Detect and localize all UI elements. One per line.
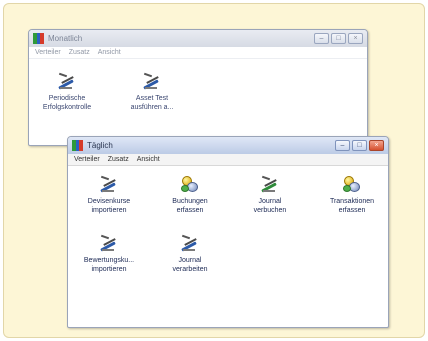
item-label: Devisenkurse importieren [87,198,131,214]
window-taeglich[interactable]: Täglich – □ × Verteiler Zusatz Ansicht D… [67,136,389,328]
maximize-button[interactable]: □ [331,33,346,44]
item-label: Periodische Erfolgskontrolle [42,95,92,111]
minimize-button[interactable]: – [335,140,350,151]
item-label: Bewertungsku... importieren [83,257,135,273]
item-label: Buchungen erfassen [172,198,208,214]
journal-pen-icon [57,71,77,91]
journal-pen-icon [99,174,119,194]
app-logo-icon [72,140,83,151]
coin-stack-icon [342,174,362,194]
close-button[interactable]: × [348,33,363,44]
item-label: Asset Test ausführen a... [130,95,174,111]
maximize-button[interactable]: □ [352,140,367,151]
menu-verteiler[interactable]: Verteiler [74,156,100,163]
titlebar-monatlich[interactable]: Monatlich – □ × [29,30,367,47]
item-bewertungskurse-importieren[interactable]: Bewertungsku... importieren [75,233,143,274]
close-button[interactable]: × [369,140,384,151]
item-periodische-erfolgskontrolle[interactable]: Periodische Erfolgskontrolle [33,71,101,112]
window-title: Täglich [87,141,113,150]
menu-ansicht[interactable]: Ansicht [98,49,121,56]
journal-pen-icon [180,233,200,253]
menubar: Verteiler Zusatz Ansicht [29,47,367,59]
background-panel: Monatlich – □ × Verteiler Zusatz Ansicht… [3,3,425,338]
menu-zusatz[interactable]: Zusatz [108,156,129,163]
item-buchungen-erfassen[interactable]: Buchungen erfassen [156,174,224,215]
menu-verteiler[interactable]: Verteiler [35,49,61,56]
item-label: Journal verbuchen [253,198,287,214]
menu-zusatz[interactable]: Zusatz [69,49,90,56]
item-label: Transaktionen erfassen [329,198,375,214]
item-journal-verarbeiten[interactable]: Journal verarbeiten [156,233,224,274]
titlebar-taeglich[interactable]: Täglich – □ × [68,137,388,154]
item-journal-verbuchen[interactable]: Journal verbuchen [236,174,304,215]
journal-pen-green-icon [260,174,280,194]
journal-pen-icon [142,71,162,91]
menu-ansicht[interactable]: Ansicht [137,156,160,163]
window-title: Monatlich [48,34,83,43]
minimize-button[interactable]: – [314,33,329,44]
menubar: Verteiler Zusatz Ansicht [68,154,388,166]
item-devisenkurse-importieren[interactable]: Devisenkurse importieren [75,174,143,215]
coin-stack-icon [180,174,200,194]
item-transaktionen-erfassen[interactable]: Transaktionen erfassen [318,174,386,215]
window-monatlich[interactable]: Monatlich – □ × Verteiler Zusatz Ansicht… [28,29,368,146]
item-label: Journal verarbeiten [172,257,208,273]
item-asset-test[interactable]: Asset Test ausführen a... [118,71,186,112]
app-logo-icon [33,33,44,44]
journal-pen-icon [99,233,119,253]
